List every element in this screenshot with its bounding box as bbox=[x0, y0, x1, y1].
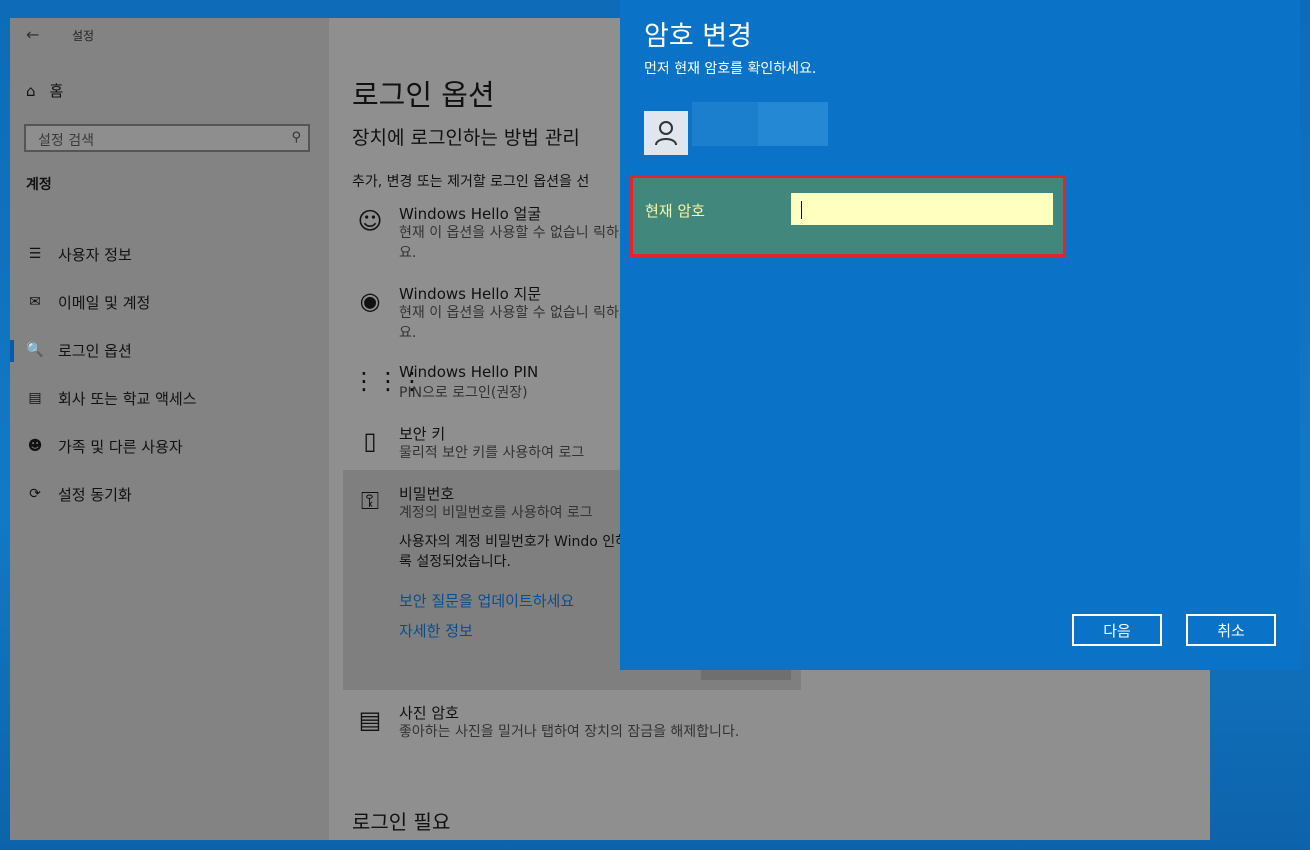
avatar bbox=[644, 111, 688, 155]
home-label: 홈 bbox=[49, 82, 64, 100]
home-link[interactable]: ⌂ 홈 bbox=[26, 80, 63, 101]
password-key-icon: ⚿ bbox=[360, 487, 380, 515]
option-title: Windows Hello 지문 bbox=[399, 285, 542, 303]
page-title: 로그인 옵션 bbox=[352, 78, 495, 112]
next-button[interactable]: 다음 bbox=[1072, 614, 1162, 646]
more-info-link[interactable]: 자세한 정보 bbox=[399, 620, 473, 641]
family-icon: ☻ bbox=[27, 438, 43, 454]
option-desc: 계정의 비밀번호를 사용하여 로그 bbox=[399, 505, 593, 521]
sync-icon: ⟳ bbox=[29, 486, 41, 502]
smile-icon: ☺ bbox=[357, 207, 383, 235]
option-desc: PIN으로 로그인(권장) bbox=[399, 385, 528, 401]
mail-icon: ✉ bbox=[29, 294, 41, 310]
username-redacted bbox=[692, 102, 828, 146]
option-title: Windows Hello 얼굴 bbox=[399, 205, 542, 223]
sidebar-item-sign-in-options[interactable]: 🔍 로그인 옵션 bbox=[10, 326, 329, 374]
dialog-subtitle: 먼저 현재 암호를 확인하세요. bbox=[644, 61, 817, 77]
option-title: 보안 키 bbox=[399, 425, 446, 443]
home-icon: ⌂ bbox=[26, 81, 36, 100]
sidebar-item-family[interactable]: ☻ 가족 및 다른 사용자 bbox=[10, 422, 329, 470]
key-icon: 🔍 bbox=[26, 342, 44, 358]
sidebar-item-label: 이메일 및 계정 bbox=[58, 293, 151, 312]
title-bar: ← 설정 bbox=[10, 18, 329, 52]
search-placeholder: 설정 검색 bbox=[38, 133, 94, 149]
current-password-input[interactable] bbox=[791, 193, 1053, 225]
password-info-text: 사용자의 계정 비밀번호가 Windo 인하도록 설정되었습니다. bbox=[399, 534, 641, 570]
current-password-row: 현재 암호 bbox=[630, 175, 1066, 257]
section-heading: 계정 bbox=[26, 177, 52, 193]
sidebar-item-label: 회사 또는 학교 액세스 bbox=[58, 389, 197, 408]
search-icon[interactable]: ⚲ bbox=[291, 130, 301, 145]
sidebar-item-email[interactable]: ✉ 이메일 및 계정 bbox=[10, 278, 329, 326]
window-title: 설정 bbox=[72, 29, 95, 43]
keypad-icon: ⋮⋮⋮ bbox=[352, 367, 424, 395]
option-desc: 현재 이 옵션을 사용할 수 없습니 릭하세요. bbox=[399, 225, 632, 261]
briefcase-icon: ▤ bbox=[28, 390, 42, 406]
user-info-icon: ☰ bbox=[28, 246, 42, 262]
sidebar-item-label: 설정 동기화 bbox=[58, 485, 132, 504]
page-subtitle: 장치에 로그인하는 방법 관리 bbox=[352, 127, 580, 149]
option-title: Windows Hello PIN bbox=[399, 363, 539, 381]
text-caret bbox=[801, 201, 802, 219]
user-icon bbox=[655, 121, 677, 146]
back-arrow-icon[interactable]: ← bbox=[26, 25, 39, 44]
sidebar-item-work-access[interactable]: ▤ 회사 또는 학교 액세스 bbox=[10, 374, 329, 422]
option-desc: 좋아하는 사진을 밀거나 탭하여 장치의 잠금을 해제합니다. bbox=[399, 724, 740, 740]
sidebar-item-user-info[interactable]: ☰ 사용자 정보 bbox=[10, 230, 329, 278]
sidebar-nav: ☰ 사용자 정보 ✉ 이메일 및 계정 🔍 로그인 옵션 ▤ 회사 또는 학교 … bbox=[10, 230, 329, 518]
login-required-heading: 로그인 필요 bbox=[352, 810, 451, 834]
usb-key-icon: ▯ bbox=[363, 427, 377, 455]
dialog-title: 암호 변경 bbox=[644, 21, 752, 52]
option-title: 비밀번호 bbox=[399, 485, 455, 503]
change-password-dialog: 암호 변경 먼저 현재 암호를 확인하세요. 현재 암호 다음 취소 bbox=[620, 0, 1300, 670]
sidebar-item-label: 가족 및 다른 사용자 bbox=[58, 437, 183, 456]
security-questions-link[interactable]: 보안 질문을 업데이트하세요 bbox=[399, 590, 574, 611]
option-desc: 현재 이 옵션을 사용할 수 없습니 릭하세요. bbox=[399, 305, 632, 341]
intro-text: 추가, 변경 또는 제거할 로그인 옵션을 선 bbox=[352, 174, 590, 190]
sidebar-item-label: 로그인 옵션 bbox=[58, 341, 132, 360]
fingerprint-icon: ◉ bbox=[359, 287, 381, 315]
cancel-button[interactable]: 취소 bbox=[1186, 614, 1276, 646]
option-title: 사진 암호 bbox=[399, 704, 459, 722]
settings-search-box[interactable]: 설정 검색 ⚲ bbox=[24, 124, 310, 152]
current-password-label: 현재 암호 bbox=[645, 202, 705, 220]
settings-sidebar: ← 설정 ⌂ 홈 설정 검색 ⚲ 계정 ☰ 사용자 정보 ✉ 이메일 및 계정 … bbox=[10, 18, 329, 840]
option-desc: 물리적 보안 키를 사용하여 로그 bbox=[399, 445, 585, 461]
sidebar-item-label: 사용자 정보 bbox=[58, 245, 132, 264]
picture-icon: ▤ bbox=[358, 706, 382, 734]
sidebar-item-sync[interactable]: ⟳ 설정 동기화 bbox=[10, 470, 329, 518]
